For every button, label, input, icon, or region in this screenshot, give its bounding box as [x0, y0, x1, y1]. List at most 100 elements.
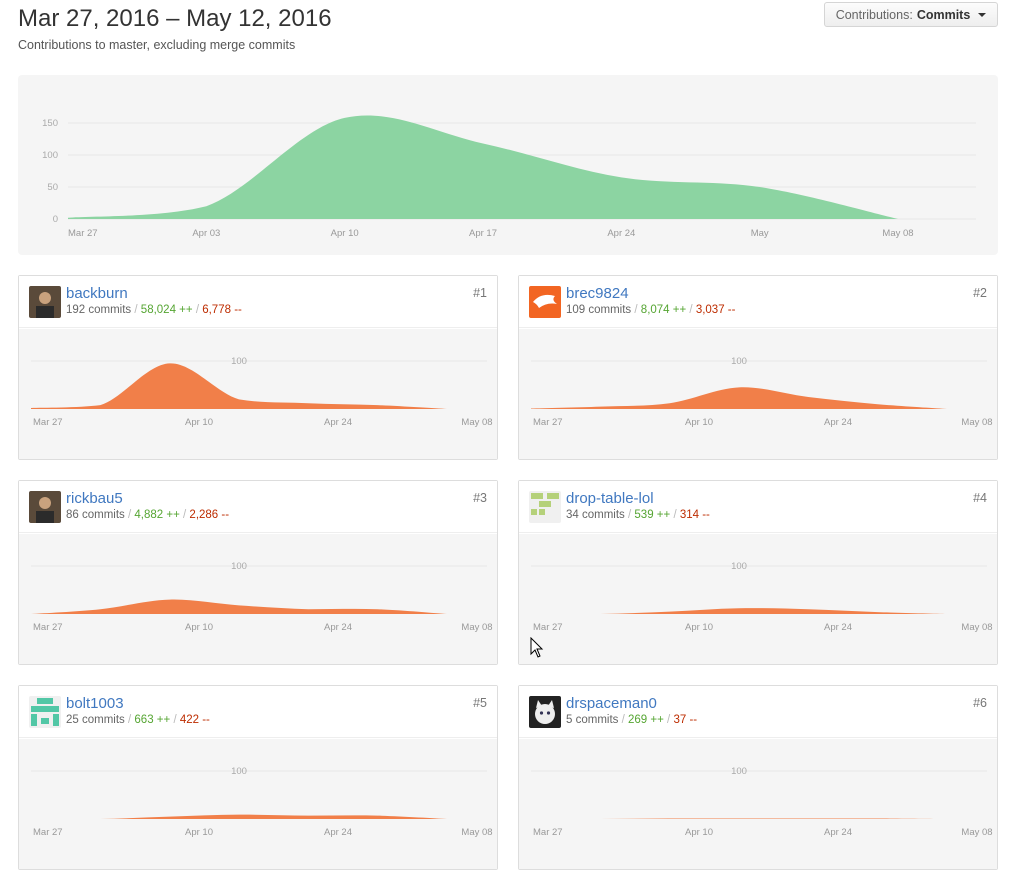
contributor-header: bolt1003 25 commits / 663 ++ / 422 -- #5	[19, 686, 497, 738]
contributor-rank: #5	[473, 696, 487, 710]
avatar[interactable]	[29, 491, 61, 523]
separator: /	[134, 304, 138, 316]
y-tick-label: 100	[731, 766, 747, 777]
x-tick-label: May 08	[461, 417, 492, 428]
contributor-stats: 86 commits / 4,882 ++ / 2,286 --	[66, 509, 229, 521]
mouse-cursor-icon	[530, 637, 544, 658]
separator: /	[667, 714, 671, 726]
contributor-rank: #3	[473, 491, 487, 505]
x-tick-label: Apr 24	[324, 827, 352, 838]
avatar[interactable]	[29, 286, 61, 318]
commit-count[interactable]: 192 commits	[66, 304, 131, 316]
commit-count[interactable]: 34 commits	[566, 509, 625, 521]
x-tick-label: May 08	[882, 228, 913, 239]
y-tick-label: 100	[42, 150, 58, 161]
deletions-count: 37 --	[673, 714, 698, 726]
contributor-card: brec9824 109 commits / 8,074 ++ / 3,037 …	[518, 275, 998, 460]
contributor-name-link[interactable]: bolt1003	[66, 695, 124, 712]
contributor-header: brec9824 109 commits / 8,074 ++ / 3,037 …	[519, 276, 997, 328]
x-tick-label: Apr 24	[607, 228, 635, 239]
x-tick-label: Apr 10	[685, 417, 713, 428]
contributor-stats: 25 commits / 663 ++ / 422 --	[66, 714, 210, 726]
separator: /	[128, 714, 132, 726]
commit-count[interactable]: 109 commits	[566, 304, 631, 316]
contributor-graph-svg: 100 Mar 27 Apr 10 Apr 24 May 08	[531, 766, 993, 838]
commits-area	[68, 115, 898, 219]
x-tick-label: Apr 10	[185, 827, 213, 838]
x-tick-label: May 08	[961, 622, 992, 633]
contributor-graph: 100 Mar 27 Apr 10 Apr 24 May 08	[19, 329, 497, 459]
y-tick-label: 100	[231, 561, 247, 572]
commit-count[interactable]: 86 commits	[66, 509, 125, 521]
separator: /	[173, 714, 177, 726]
separator: /	[634, 304, 638, 316]
separator: /	[183, 509, 187, 521]
x-tick-label: Mar 27	[533, 622, 563, 633]
contributor-graph-svg: 100 Mar 27 Apr 10 Apr 24 May 08	[31, 356, 493, 428]
x-tick-label: Apr 24	[824, 417, 852, 428]
contributor-rank: #4	[973, 491, 987, 505]
contributor-header: drspaceman0 5 commits / 269 ++ / 37 -- #…	[519, 686, 997, 738]
x-tick-label: Mar 27	[533, 827, 563, 838]
contributor-graph: 100 Mar 27 Apr 10 Apr 24 May 08	[19, 534, 497, 664]
contributor-card: drspaceman0 5 commits / 269 ++ / 37 -- #…	[518, 685, 998, 870]
dropdown-value: Commits	[916, 7, 971, 22]
contributor-commits-area	[531, 608, 947, 614]
avatar[interactable]	[529, 491, 561, 523]
x-tick-label: Apr 24	[324, 417, 352, 428]
contributor-graph: 100 Mar 27 Apr 10 Apr 24 May 08	[519, 329, 997, 459]
x-tick-label: May 08	[461, 827, 492, 838]
main-graph-svg: 150 100 50 0 Mar 27 Apr 03 Apr 10 Apr 17 Apr 24 M…	[42, 115, 976, 239]
contributor-name-link[interactable]: drop-table-lol	[566, 490, 654, 507]
dropdown-label: Contributions:	[835, 7, 913, 22]
contributor-name-link[interactable]: brec9824	[566, 285, 629, 302]
avatar[interactable]	[29, 696, 61, 728]
cat-photo-icon	[529, 696, 561, 728]
x-tick-label: Mar 27	[33, 622, 63, 633]
x-tick-label: Apr 24	[824, 827, 852, 838]
commit-count[interactable]: 25 commits	[66, 714, 125, 726]
contributor-rank: #1	[473, 286, 487, 300]
contributor-stats: 5 commits / 269 ++ / 37 --	[566, 714, 697, 726]
x-tick-label: Mar 27	[68, 228, 98, 239]
contributor-name-link[interactable]: backburn	[66, 285, 128, 302]
contributor-commits-area	[31, 599, 447, 614]
x-tick-label: Apr 17	[469, 228, 497, 239]
additions-count: 269 ++	[628, 714, 664, 726]
commit-count[interactable]: 5 commits	[566, 714, 618, 726]
contributor-graph: 100 Mar 27 Apr 10 Apr 24 May 08	[519, 739, 997, 869]
contributor-header: rickbau5 86 commits / 4,882 ++ / 2,286 -…	[19, 481, 497, 533]
x-tick-label: Apr 10	[331, 228, 359, 239]
deletions-count: 314 --	[679, 509, 710, 521]
x-tick-label: Apr 10	[185, 622, 213, 633]
contributor-stats: 34 commits / 539 ++ / 314 --	[566, 509, 710, 521]
avatar[interactable]	[529, 286, 561, 318]
x-tick-label: Apr 24	[824, 622, 852, 633]
contributor-stats: 192 commits / 58,024 ++ / 6,778 --	[66, 304, 242, 316]
x-tick-label: Apr 24	[324, 622, 352, 633]
additions-count: 4,882 ++	[134, 509, 180, 521]
contributor-rank: #2	[973, 286, 987, 300]
bronco-logo-icon	[529, 286, 561, 318]
y-tick-label: 100	[731, 356, 747, 367]
contributor-graph-svg: 100 Mar 27 Apr 10 Apr 24 May 08	[31, 766, 493, 838]
main-commits-graph: 150 100 50 0 Mar 27 Apr 03 Apr 10 Apr 17 Apr 24 M…	[18, 75, 998, 255]
contributor-graph: 100 Mar 27 Apr 10 Apr 24 May 08	[19, 739, 497, 869]
contributor-commits-area	[531, 818, 947, 819]
y-tick-label: 100	[731, 561, 747, 572]
contributions-dropdown[interactable]: Contributions: Commits	[824, 2, 998, 27]
contributor-name-link[interactable]: rickbau5	[66, 490, 123, 507]
page-subtitle: Contributions to master, excluding merge…	[18, 38, 296, 52]
avatar[interactable]	[529, 696, 561, 728]
additions-count: 663 ++	[134, 714, 171, 726]
deletions-count: 6,778 --	[202, 304, 242, 316]
contributor-graph-svg: 100 Mar 27 Apr 10 Apr 24 May 08	[531, 561, 993, 633]
photo-avatar-icon	[29, 286, 61, 318]
contributor-graph: 100 Mar 27 Apr 10 Apr 24 May 08	[519, 534, 997, 664]
x-tick-label: May 08	[961, 417, 992, 428]
identicon-green-icon	[529, 491, 561, 523]
contributor-commits-area	[531, 387, 947, 409]
contributor-rank: #6	[973, 696, 987, 710]
y-tick-label: 150	[42, 118, 58, 129]
contributor-name-link[interactable]: drspaceman0	[566, 695, 657, 712]
